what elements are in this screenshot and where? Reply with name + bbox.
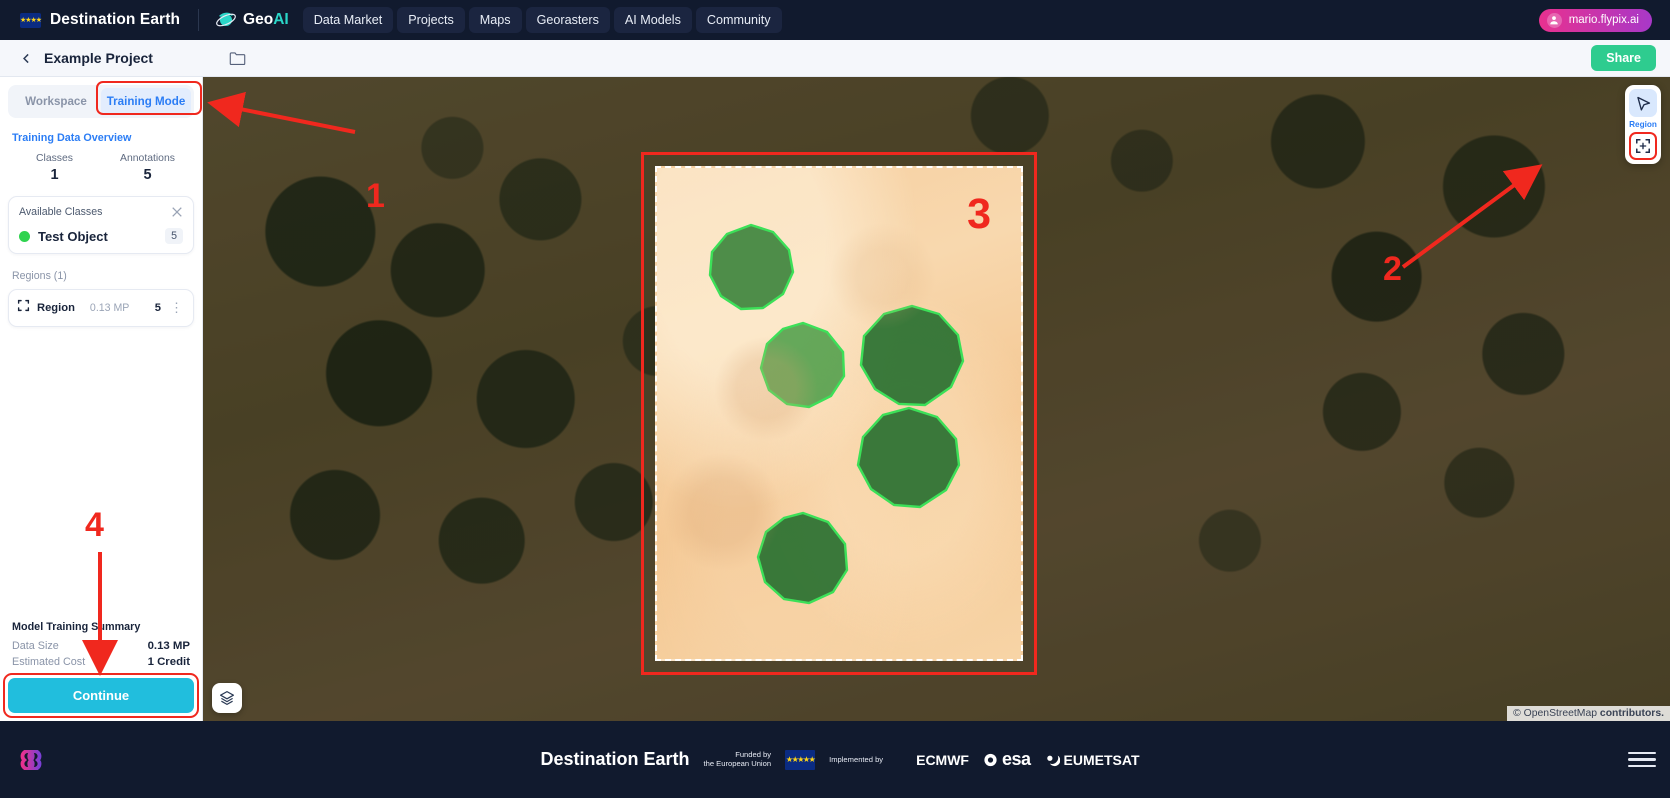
user-account-badge[interactable]: mario.flypix.ai	[1538, 8, 1652, 32]
region-select-tool-icon[interactable]	[1629, 132, 1657, 160]
esa-logo: esa	[983, 749, 1031, 770]
nav-item-projects[interactable]: Projects	[397, 7, 465, 33]
stat-classes-label: Classes	[36, 153, 73, 164]
attribution-contributors: contributors.	[1599, 708, 1664, 719]
funded-by-text: Funded by the European Union	[703, 749, 772, 768]
footer-title: Destination Earth	[540, 749, 690, 769]
available-classes-title: Available Classes	[19, 206, 103, 218]
stat-annotations: Annotations 5	[101, 153, 194, 183]
nav-items: Data Market Projects Maps Georasters AI …	[302, 7, 782, 33]
class-count-badge: 5	[165, 228, 183, 244]
available-classes-header: Available Classes	[19, 206, 183, 218]
nav-item-community[interactable]: Community	[695, 7, 782, 33]
geoai-logo-group[interactable]: GeoAI	[215, 9, 289, 31]
eu-flag-icon: ★★★★	[19, 12, 42, 28]
data-size-value: 0.13 MP	[147, 640, 190, 652]
footer-bar: Destination Earth Funded by the European …	[0, 721, 1670, 798]
class-list-item-test-object[interactable]: Test Object 5	[19, 228, 183, 244]
region-size: 0.13 MP	[89, 302, 130, 314]
attribution-osm[interactable]: OpenStreetMap	[1524, 708, 1597, 719]
eu-stars-footer: ★★★★★	[785, 755, 816, 764]
map-canvas[interactable]: 3 Region © OpenStreetMap contributors. 1…	[203, 77, 1670, 721]
available-classes-card: Available Classes Test Object 5	[8, 196, 194, 254]
region-annotation-count: 5	[154, 302, 161, 314]
back-chevron-icon[interactable]	[14, 46, 38, 70]
annotation-polygon-4[interactable]	[854, 405, 964, 513]
annotation-polygon-5[interactable]	[755, 510, 851, 606]
nav-item-maps[interactable]: Maps	[468, 7, 522, 33]
eumetsat-logo: EUMETSAT	[1045, 752, 1140, 768]
stat-classes-value: 1	[50, 167, 59, 183]
layers-button[interactable]	[212, 683, 242, 713]
overview-stats: Classes 1 Annotations 5	[8, 153, 194, 183]
user-avatar-icon	[1546, 12, 1562, 28]
region-more-menu-icon[interactable]: ⋮	[168, 301, 185, 315]
training-data-overview-title: Training Data Overview	[12, 132, 132, 144]
footer-center: Destination Earth Funded by the European …	[52, 749, 1628, 770]
tab-workspace[interactable]: Workspace	[11, 88, 101, 115]
region-tool-label: Region	[1629, 120, 1657, 129]
annotation-polygon-1[interactable]	[705, 222, 797, 314]
region-name: Region	[37, 302, 75, 314]
annotation-number-3: 3	[967, 190, 991, 238]
annotation-polygon-3[interactable]	[857, 303, 967, 411]
estimated-cost-value: 1 Credit	[147, 656, 190, 668]
globe-icon	[215, 9, 237, 31]
summary-row-estimated-cost: Estimated Cost 1 Credit	[12, 656, 190, 668]
class-name: Test Object	[38, 228, 108, 244]
selected-region-box[interactable]: 3	[641, 152, 1037, 675]
nav-item-ai-models[interactable]: AI Models	[613, 7, 692, 33]
continue-button[interactable]: Continue	[8, 678, 194, 713]
brand-name: Destination Earth	[50, 11, 181, 28]
eu-flag-footer-icon: ★★★★★	[785, 749, 816, 770]
top-navigation-bar: ★★★★ Destination Earth GeoAI Data Market…	[0, 0, 1670, 40]
app-root: ★★★★ Destination Earth GeoAI Data Market…	[0, 0, 1670, 798]
attribution-copyright: ©	[1513, 708, 1521, 719]
model-training-summary: Model Training Summary Data Size 0.13 MP…	[8, 617, 194, 668]
stat-classes: Classes 1	[8, 153, 101, 183]
class-color-dot	[19, 230, 30, 242]
continue-button-wrap: Continue	[3, 673, 199, 718]
regions-section-label: Regions (1)	[12, 270, 67, 282]
left-sidebar: Workspace Training Mode Training Data Ov…	[0, 77, 203, 721]
project-header-bar: Example Project Share	[0, 40, 1670, 77]
annotation-polygon-2[interactable]	[757, 320, 849, 412]
sidebar-bottom: Model Training Summary Data Size 0.13 MP…	[3, 617, 199, 718]
product-name: GeoAI	[243, 11, 289, 28]
summary-title: Model Training Summary	[12, 621, 141, 633]
brand-logo[interactable]: ★★★★ Destination Earth	[12, 11, 180, 29]
stat-annotations-label: Annotations	[120, 153, 175, 164]
tab-training-mode[interactable]: Training Mode	[101, 88, 191, 115]
region-image-area: 3	[655, 166, 1023, 661]
nav-item-data-market[interactable]: Data Market	[302, 7, 394, 33]
summary-row-data-size: Data Size 0.13 MP	[12, 640, 190, 652]
mode-tabs: Workspace Training Mode	[8, 81, 202, 118]
implemented-by-text: Implemented by	[829, 755, 884, 764]
stat-annotations-value: 5	[143, 167, 152, 183]
nav-item-georasters[interactable]: Georasters	[525, 7, 610, 33]
data-size-label: Data Size	[12, 640, 59, 652]
map-attribution[interactable]: © OpenStreetMap contributors.	[1507, 706, 1670, 721]
map-tool-palette: Region	[1625, 85, 1661, 164]
region-list-item[interactable]: Region 0.13 MP 5 ⋮	[8, 289, 194, 327]
share-button[interactable]: Share	[1591, 45, 1656, 71]
pointer-tool-icon[interactable]	[1629, 89, 1657, 117]
region-crop-icon	[17, 299, 30, 317]
ecmwf-logo: ECMWF	[897, 752, 969, 768]
eu-stars: ★★★★	[19, 16, 42, 24]
infinity-logo-icon[interactable]	[14, 749, 52, 770]
close-icon[interactable]	[171, 206, 183, 218]
user-name: mario.flypix.ai	[1568, 14, 1639, 26]
estimated-cost-label: Estimated Cost	[12, 656, 86, 668]
page-title: Example Project	[44, 50, 153, 66]
footer-menu-icon[interactable]	[1628, 751, 1656, 768]
folder-icon[interactable]	[229, 51, 246, 66]
nav-divider	[198, 9, 200, 31]
